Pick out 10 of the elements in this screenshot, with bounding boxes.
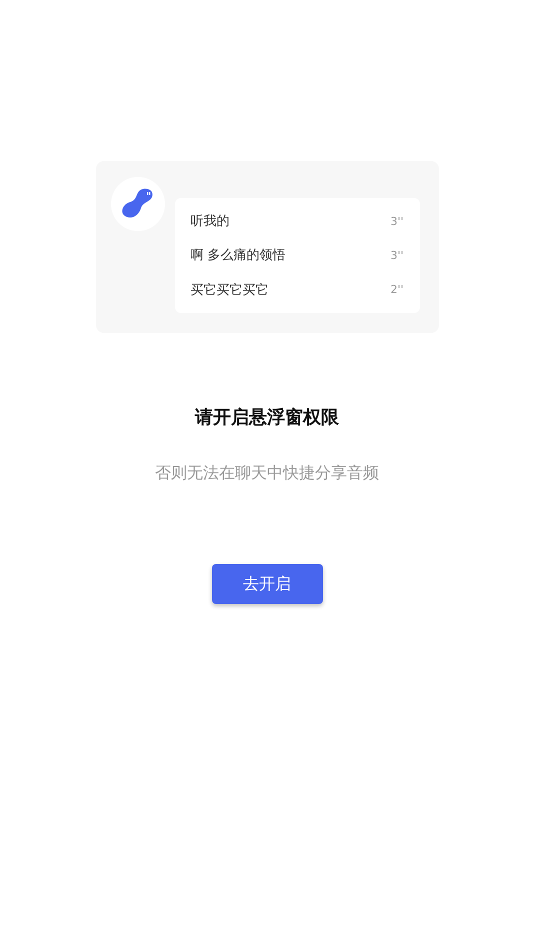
duration: 3'' [390,214,404,228]
duration: 3'' [390,248,404,262]
blob-icon [120,188,154,220]
message-text: 啊 多么痛的领悟 [190,247,286,264]
enable-button[interactable]: 去开启 [212,564,322,604]
message-text: 听我的 [190,213,230,230]
message-text: 买它买它买它 [190,282,268,299]
permission-title: 请开启悬浮窗权限 [195,406,339,429]
duration: 2'' [390,283,404,296]
permission-description: 否则无法在聊天中快捷分享音频 [155,463,379,484]
